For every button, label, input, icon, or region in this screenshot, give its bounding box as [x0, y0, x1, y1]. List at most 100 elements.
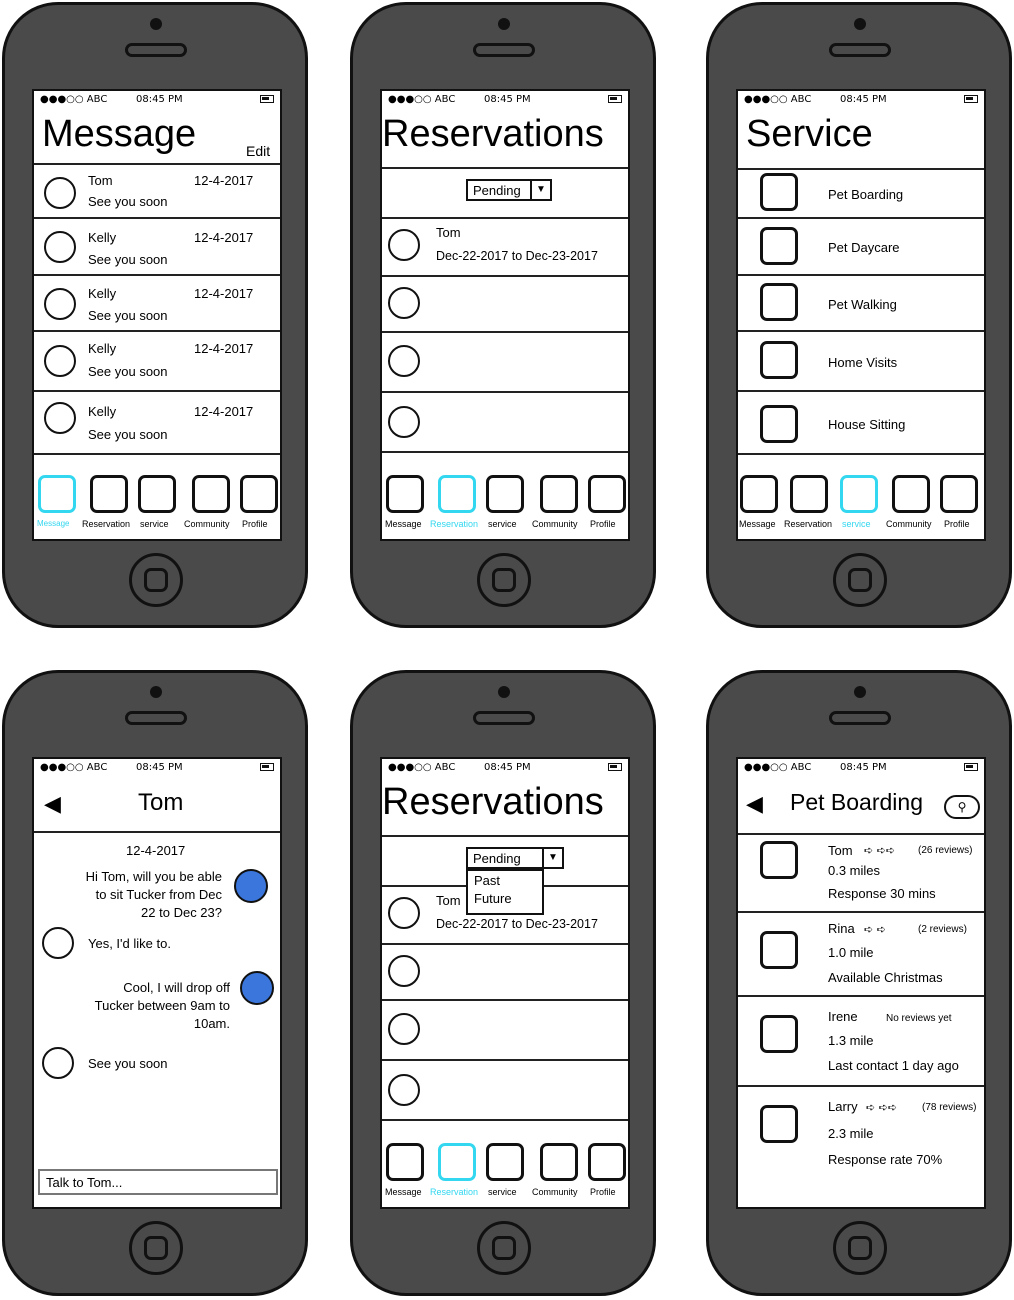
chat-screen: ●●●○○ ABC 08:45 PM ◀ Tom 12-4-2017 Hi To…	[32, 757, 282, 1209]
back-arrow-icon[interactable]: ◀	[44, 791, 61, 817]
divider	[382, 835, 628, 837]
avatar	[44, 402, 76, 434]
tab-label-service: service	[140, 519, 169, 529]
service-label: Pet Daycare	[828, 240, 900, 255]
speaker	[829, 43, 891, 57]
tab-profile[interactable]	[940, 475, 978, 513]
divider	[738, 390, 984, 392]
tab-service[interactable]	[840, 475, 878, 513]
phone-service: ●●●○○ ABC 08:45 PM Service Pet Boarding …	[706, 2, 1012, 628]
avatar[interactable]	[388, 345, 420, 377]
tab-message[interactable]	[38, 475, 76, 513]
chat-date: 12-4-2017	[126, 843, 186, 858]
sender-name: Kelly	[88, 341, 117, 356]
tab-service[interactable]	[486, 1143, 524, 1181]
tab-community[interactable]	[892, 475, 930, 513]
tab-label-reservation: Reservation	[430, 1187, 479, 1197]
home-button[interactable]	[477, 553, 531, 607]
tab-profile[interactable]	[240, 475, 278, 513]
sitter-photo	[760, 1015, 798, 1053]
divider	[382, 999, 628, 1001]
signal-carrier: ●●●○○ ABC	[388, 762, 456, 773]
divider	[34, 831, 280, 833]
tab-reservation[interactable]	[790, 475, 828, 513]
avatar[interactable]	[388, 955, 420, 987]
review-count: (26 reviews)	[918, 845, 973, 856]
tab-community[interactable]	[540, 1143, 578, 1181]
page-title: Reservations	[382, 781, 604, 823]
tab-message[interactable]	[386, 475, 424, 513]
home-button[interactable]	[129, 553, 183, 607]
edit-button[interactable]: Edit	[246, 143, 270, 159]
tab-reservation[interactable]	[438, 1143, 476, 1181]
reservations-screen: ●●●○○ ABC 08:45 PM Reservations Pending …	[380, 89, 630, 541]
avatar[interactable]	[388, 406, 420, 438]
divider	[382, 1119, 628, 1121]
status-bar: ●●●○○ ABC 08:45 PM	[382, 759, 628, 777]
home-button[interactable]	[833, 553, 887, 607]
camera	[854, 18, 866, 30]
battery-icon	[260, 763, 274, 771]
search-icon[interactable]: ⚲	[944, 795, 980, 819]
service-icon	[760, 227, 798, 265]
divider	[738, 217, 984, 219]
signal-carrier: ●●●○○ ABC	[40, 762, 108, 773]
avatar[interactable]	[388, 287, 420, 319]
page-title: Reservations	[382, 113, 604, 155]
tab-service[interactable]	[486, 475, 524, 513]
battery-icon	[608, 763, 622, 771]
divider	[382, 331, 628, 333]
home-button[interactable]	[477, 1221, 531, 1275]
tab-community[interactable]	[540, 475, 578, 513]
message-date: 12-4-2017	[194, 404, 254, 419]
tab-label-profile: Profile	[944, 519, 970, 529]
tab-reservation[interactable]	[438, 475, 476, 513]
message-preview: See you soon	[88, 308, 168, 323]
tab-profile[interactable]	[588, 1143, 626, 1181]
speaker	[125, 43, 187, 57]
signal-carrier: ●●●○○ ABC	[744, 94, 812, 105]
tab-profile[interactable]	[588, 475, 626, 513]
reservations-dropdown-screen: ●●●○○ ABC 08:45 PM Reservations Tom Dec-…	[380, 757, 630, 1209]
avatar	[44, 345, 76, 377]
divider	[34, 390, 280, 392]
sitter-photo	[760, 841, 798, 879]
avatar	[44, 288, 76, 320]
avatar	[388, 897, 420, 929]
filter-value: Pending	[473, 851, 521, 866]
message-date: 12-4-2017	[194, 286, 254, 301]
dropdown-option-future[interactable]: Future	[474, 891, 512, 906]
chat-input[interactable]: Talk to Tom...	[38, 1169, 278, 1195]
message-line: Cool, I will drop off	[123, 980, 230, 995]
review-count: (2 reviews)	[918, 924, 967, 935]
status-filter-dropdown[interactable]: Pending ▼	[466, 179, 552, 201]
back-arrow-icon[interactable]: ◀	[746, 791, 763, 817]
home-button[interactable]	[129, 1221, 183, 1275]
divider	[34, 453, 280, 455]
reservation-dates: Dec-22-2017 to Dec-23-2017	[436, 917, 598, 931]
message-line: Hi Tom, will you be able	[85, 869, 222, 884]
paw-rating-icon: ➪ ➪	[864, 923, 886, 936]
sitter-distance: 1.0 mile	[828, 945, 874, 960]
avatar[interactable]	[388, 1013, 420, 1045]
status-filter-dropdown[interactable]: Pending ▼	[466, 847, 564, 869]
service-label: Home Visits	[828, 355, 898, 370]
tab-label-message: Message	[385, 1187, 422, 1197]
avatar	[388, 229, 420, 261]
sitter-note: Response rate 70%	[828, 1152, 943, 1167]
battery-icon	[964, 95, 978, 103]
sitter-name: Tom	[828, 843, 853, 858]
service-icon	[760, 405, 798, 443]
tab-message[interactable]	[740, 475, 778, 513]
tab-community[interactable]	[192, 475, 230, 513]
avatar[interactable]	[388, 1074, 420, 1106]
service-icon	[760, 173, 798, 211]
home-button[interactable]	[833, 1221, 887, 1275]
message-date: 12-4-2017	[194, 341, 254, 356]
camera	[854, 686, 866, 698]
tab-reservation[interactable]	[90, 475, 128, 513]
tab-service[interactable]	[138, 475, 176, 513]
tab-message[interactable]	[386, 1143, 424, 1181]
speaker	[473, 43, 535, 57]
dropdown-option-past[interactable]: Past	[474, 873, 500, 888]
